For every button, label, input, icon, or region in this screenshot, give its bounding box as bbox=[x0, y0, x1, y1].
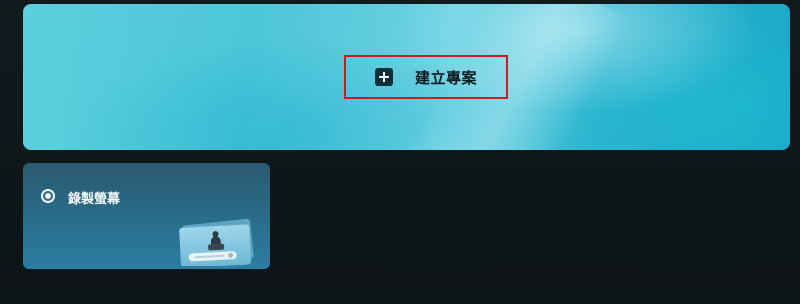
radio-selected-icon[interactable] bbox=[41, 189, 55, 203]
page: 建立專案 錄製螢幕 bbox=[0, 0, 800, 304]
create-project-banner[interactable]: 建立專案 bbox=[23, 4, 790, 150]
screen-recording-thumbnail-icon bbox=[178, 218, 258, 268]
create-project-label: 建立專案 bbox=[414, 68, 477, 87]
plus-icon bbox=[374, 68, 393, 86]
screen-recording-label: 錄製螢幕 bbox=[68, 192, 121, 207]
screen-recording-card[interactable]: 錄製螢幕 bbox=[23, 163, 270, 269]
radio-dot bbox=[45, 193, 51, 199]
create-project-button[interactable]: 建立專案 bbox=[344, 55, 508, 99]
